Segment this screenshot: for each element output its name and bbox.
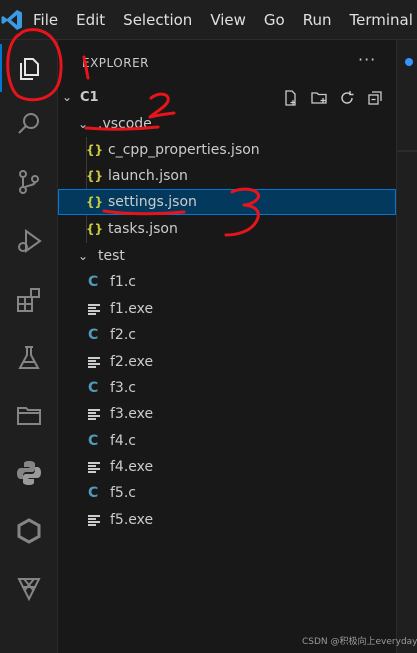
file-row[interactable]: C f2.c xyxy=(58,322,396,348)
file-label: f5.c xyxy=(110,485,136,501)
file-row[interactable]: f5.exe xyxy=(58,507,396,533)
new-file-icon[interactable] xyxy=(282,89,300,107)
file-row[interactable]: C f4.c xyxy=(58,428,396,454)
file-label: f2.exe xyxy=(110,354,154,370)
activity-bar xyxy=(0,40,58,653)
file-label: f5.exe xyxy=(110,512,154,528)
file-label: f3.c xyxy=(110,380,136,396)
root-folder-label: C1 xyxy=(80,89,99,105)
file-row[interactable]: C f3.c xyxy=(58,375,396,401)
chevron-down-icon: ⌄ xyxy=(62,90,73,104)
json-file-icon: {} xyxy=(86,169,104,183)
source-control-icon[interactable] xyxy=(0,154,58,210)
explorer-title: EXPLORER xyxy=(82,56,149,70)
menu-bar: File Edit Selection View Go Run Terminal xyxy=(0,0,417,40)
exe-file-icon xyxy=(88,356,110,368)
file-label: c_cpp_properties.json xyxy=(108,142,260,158)
menu-view[interactable]: View xyxy=(201,0,255,40)
menu-run[interactable]: Run xyxy=(294,0,341,40)
unsaved-dot-icon xyxy=(405,58,413,66)
folder-label-test: test xyxy=(98,248,125,264)
c-file-icon: C xyxy=(88,274,99,290)
file-row[interactable]: f3.exe xyxy=(58,401,396,427)
file-label: f4.c xyxy=(110,433,136,449)
file-label: f1.exe xyxy=(110,301,154,317)
file-row[interactable]: C f1.c xyxy=(58,269,396,295)
c-file-icon: C xyxy=(88,485,99,501)
c-file-icon: C xyxy=(88,433,99,449)
folder-icon[interactable] xyxy=(0,387,58,443)
chevron-down-icon: ⌄ xyxy=(78,249,89,263)
extension-icon[interactable] xyxy=(0,560,58,616)
file-row[interactable]: f4.exe xyxy=(58,454,396,480)
exe-file-icon xyxy=(88,408,110,420)
run-debug-icon[interactable] xyxy=(0,213,58,269)
file-label: tasks.json xyxy=(108,221,178,237)
folder-label-vscode: .vscode xyxy=(98,116,152,132)
menu-go[interactable]: Go xyxy=(255,0,294,40)
refresh-icon[interactable] xyxy=(338,89,356,107)
menu-file[interactable]: File xyxy=(24,0,67,40)
explorer-toolbar xyxy=(282,89,384,107)
more-actions-icon[interactable]: ··· xyxy=(358,50,376,69)
explorer-sidebar: EXPLORER ··· ⌄ C1 ⌄ .vscode {} c_cpp_pro… xyxy=(58,40,396,653)
testing-icon[interactable] xyxy=(0,330,58,386)
watermark: CSDN @积极向上everyday xyxy=(302,637,417,647)
menu-terminal[interactable]: Terminal xyxy=(341,0,417,40)
file-row-selected[interactable]: {} settings.json xyxy=(58,189,396,215)
file-label: f4.exe xyxy=(110,459,154,475)
explorer-icon[interactable] xyxy=(0,40,58,96)
menu-selection[interactable]: Selection xyxy=(114,0,201,40)
editor-tab-strip xyxy=(397,40,417,152)
extensions-icon[interactable] xyxy=(0,272,58,328)
vscode-logo-icon xyxy=(0,0,24,40)
file-label: f3.exe xyxy=(110,406,154,422)
file-row[interactable]: {} tasks.json xyxy=(58,216,396,242)
file-label: launch.json xyxy=(108,168,188,184)
file-row[interactable]: f2.exe xyxy=(58,349,396,375)
file-row[interactable]: {} launch.json xyxy=(58,163,396,189)
exe-file-icon xyxy=(88,303,110,315)
exe-file-icon xyxy=(88,514,110,526)
file-row[interactable]: C f5.c xyxy=(58,480,396,506)
chevron-down-icon: ⌄ xyxy=(78,117,89,131)
python-icon[interactable] xyxy=(0,445,58,501)
file-label: f2.c xyxy=(110,327,136,343)
file-label: settings.json xyxy=(108,194,197,210)
json-file-icon: {} xyxy=(86,143,104,157)
exe-file-icon xyxy=(88,461,110,473)
explorer-header: EXPLORER ··· xyxy=(58,40,396,84)
new-folder-icon[interactable] xyxy=(310,89,328,107)
folder-row-vscode[interactable]: ⌄ .vscode xyxy=(58,111,396,137)
folder-row-test[interactable]: ⌄ test xyxy=(58,243,396,269)
file-label: f1.c xyxy=(110,274,136,290)
file-row[interactable]: f1.exe xyxy=(58,296,396,322)
json-file-icon: {} xyxy=(86,222,104,236)
search-icon[interactable] xyxy=(0,96,58,152)
hexagon-extension-icon[interactable] xyxy=(0,503,58,559)
json-file-icon: {} xyxy=(86,195,104,209)
c-file-icon: C xyxy=(88,380,99,396)
menu-edit[interactable]: Edit xyxy=(67,0,114,40)
collapse-all-icon[interactable] xyxy=(366,89,384,107)
editor-area xyxy=(396,40,417,653)
c-file-icon: C xyxy=(88,327,99,343)
file-row[interactable]: {} c_cpp_properties.json xyxy=(58,137,396,163)
